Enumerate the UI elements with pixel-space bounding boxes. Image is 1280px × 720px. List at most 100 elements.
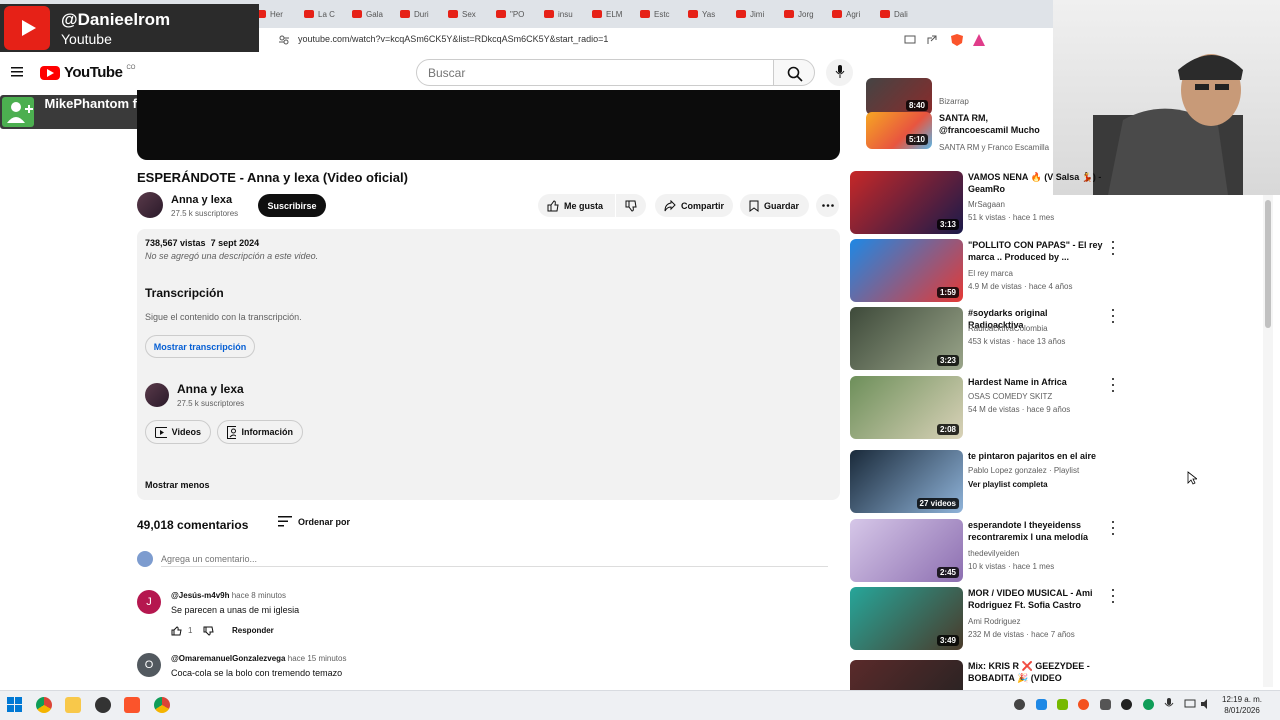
tray-app-icon[interactable]	[1078, 699, 1089, 710]
url-text[interactable]: youtube.com/watch?v=kcqASm6CK5Y&list=RDk…	[298, 34, 608, 44]
brave-rewards-icon[interactable]	[972, 33, 986, 47]
subscribe-button[interactable]: Suscribirse	[258, 194, 326, 217]
recommendation-title[interactable]: "POLLITO CON PAPAS" - El rey marca .. Pr…	[968, 239, 1103, 263]
tray-app-icon[interactable]	[1036, 699, 1047, 710]
add-comment-input[interactable]	[161, 551, 828, 567]
file-explorer-icon[interactable]	[65, 697, 81, 713]
more-actions-button[interactable]	[816, 194, 839, 217]
browser-tab[interactable]: Estc	[640, 4, 682, 24]
video-player[interactable]	[137, 90, 840, 160]
recommendation-channel[interactable]: Pablo Lopez gonzalez · Playlist	[968, 466, 1079, 475]
voice-search-button[interactable]	[826, 59, 853, 86]
recommendation-thumbnail[interactable]: 1:59	[850, 239, 963, 302]
recommendation-channel[interactable]: RadioacktivaColombia	[968, 324, 1048, 333]
recommendation-title[interactable]: te pintaron pajaritos en el aire	[968, 450, 1103, 462]
more-vertical-icon[interactable]	[1110, 241, 1116, 255]
chrome-profile-icon[interactable]	[154, 697, 170, 713]
recommendation-channel[interactable]: Ami Rodriguez	[968, 617, 1020, 626]
comment-author[interactable]: @Jesús-m4v9h hace 8 minutos	[171, 591, 286, 600]
recommendation-channel[interactable]: thedevilyeiden	[968, 549, 1019, 558]
comment-author-name[interactable]: @OmaremanuelGonzalezvega	[171, 654, 286, 663]
browser-tab[interactable]: Yas	[688, 4, 730, 24]
channel-avatar[interactable]	[137, 192, 163, 218]
description-channel-name[interactable]: Anna y lexa	[177, 382, 244, 396]
browser-tab[interactable]: insu	[544, 4, 586, 24]
recommendation-thumbnail[interactable]: 3:49	[850, 587, 963, 650]
recommendation-title[interactable]: Mix: KRIS R ❌ GEEZYDEE - BOBADITA 🎉 (VID…	[968, 660, 1103, 684]
recommendation-thumbnail[interactable]: 2:45	[850, 519, 963, 582]
recommendation-thumbnail[interactable]: 3:13	[850, 171, 963, 234]
browser-tab[interactable]: "PO	[496, 4, 538, 24]
comment-author[interactable]: @OmaremanuelGonzalezvega hace 15 minutos	[171, 654, 346, 663]
recommendation-thumbnail[interactable]: 27 videos	[850, 450, 963, 513]
videos-button[interactable]: Videos	[145, 420, 211, 444]
search-button[interactable]	[773, 59, 815, 86]
dislike-button[interactable]	[616, 194, 646, 217]
site-settings-icon[interactable]	[279, 35, 289, 45]
network-icon[interactable]	[1184, 699, 1196, 709]
browser-tab[interactable]: ELM	[592, 4, 634, 24]
recommendation-channel[interactable]: OSAS COMEDY SKITZ	[968, 392, 1052, 401]
comment-dislike-icon[interactable]	[203, 626, 214, 636]
recommendation-title[interactable]: VAMOS NENA 🔥 (V Salsa 💃) - GeamRo	[968, 171, 1103, 195]
comment-author-name[interactable]: @Jesús-m4v9h	[171, 591, 230, 600]
save-button[interactable]: Guardar	[740, 194, 809, 217]
browser-tab[interactable]: Dali	[880, 4, 922, 24]
obs-icon[interactable]	[95, 697, 111, 713]
recommendation-thumbnail[interactable]	[850, 660, 963, 690]
description-channel-avatar[interactable]	[145, 383, 169, 407]
recommendation-title[interactable]: MOR / VIDEO MUSICAL - Ami Rodriguez Ft. …	[968, 587, 1103, 611]
browser-tab[interactable]: Jimi	[736, 4, 778, 24]
tray-app-icon[interactable]	[1143, 699, 1154, 710]
system-clock[interactable]: 12:19 a. m. 8/01/2026	[1222, 694, 1262, 716]
show-transcript-button[interactable]: Mostrar transcripción	[145, 335, 255, 358]
tray-app-icon[interactable]	[1014, 699, 1025, 710]
comment-like-icon[interactable]	[171, 626, 182, 636]
recommendation-channel[interactable]: El rey marca	[968, 269, 1013, 278]
browser-tab[interactable]: Gala	[352, 4, 394, 24]
menu-icon[interactable]	[11, 67, 23, 77]
volume-icon[interactable]	[1200, 699, 1212, 709]
share-page-icon[interactable]	[926, 34, 938, 46]
description-box[interactable]	[137, 229, 840, 500]
more-vertical-icon[interactable]	[1110, 309, 1116, 323]
scrollbar-thumb[interactable]	[1265, 200, 1271, 328]
recommendation-title[interactable]: Hardest Name in Africa	[968, 376, 1103, 388]
sort-comments-button[interactable]: Ordenar por	[278, 516, 350, 527]
tray-app-icon[interactable]	[1100, 699, 1111, 710]
more-vertical-icon[interactable]	[1110, 521, 1116, 535]
recommendation-thumbnail[interactable]: 5:10	[866, 112, 932, 149]
recommendation-channel[interactable]: MrSagaan	[968, 200, 1005, 209]
youtube-logo[interactable]: YouTube CO	[40, 64, 135, 81]
more-vertical-icon[interactable]	[1110, 589, 1116, 603]
share-button[interactable]: Compartir	[655, 194, 733, 217]
browser-tab[interactable]: La C	[304, 4, 346, 24]
recommendation-channel[interactable]: Bizarrap	[939, 97, 969, 106]
browser-tab[interactable]: Her	[256, 4, 298, 24]
brave-icon[interactable]	[124, 697, 140, 713]
comment-avatar[interactable]: J	[137, 590, 161, 614]
recommendation-thumbnail[interactable]: 3:23	[850, 307, 963, 370]
like-button[interactable]: Me gusta	[538, 194, 615, 217]
browser-tab[interactable]: Agri	[832, 4, 874, 24]
search-input[interactable]	[416, 59, 774, 86]
brave-shield-icon[interactable]	[950, 33, 964, 47]
recommendation-channel[interactable]: SANTA RM y Franco Escamilla	[939, 143, 1049, 152]
cast-icon[interactable]	[904, 35, 916, 45]
chrome-icon[interactable]	[36, 697, 52, 713]
browser-tab[interactable]: Jorg	[784, 4, 826, 24]
channel-name[interactable]: Anna y lexa	[171, 194, 232, 206]
recommendation-thumbnail[interactable]: 8:40	[866, 78, 932, 115]
about-button[interactable]: Información	[217, 420, 303, 444]
windows-start-icon[interactable]	[7, 697, 22, 712]
comment-avatar[interactable]: O	[137, 653, 161, 677]
show-less-link[interactable]: Mostrar menos	[145, 480, 210, 490]
recommendation-title[interactable]: SANTA RM, @francoescamil Mucho Para Mí (…	[939, 112, 1053, 136]
more-vertical-icon[interactable]	[1110, 378, 1116, 392]
reply-button[interactable]: Responder	[232, 626, 274, 635]
browser-tab[interactable]: Duri	[400, 4, 442, 24]
tray-app-icon[interactable]	[1121, 699, 1132, 710]
browser-tab[interactable]: Sex	[448, 4, 490, 24]
tray-microphone-icon[interactable]	[1164, 698, 1174, 710]
recommendation-title[interactable]: esperandote l theyeidenss recontraremix …	[968, 519, 1103, 543]
